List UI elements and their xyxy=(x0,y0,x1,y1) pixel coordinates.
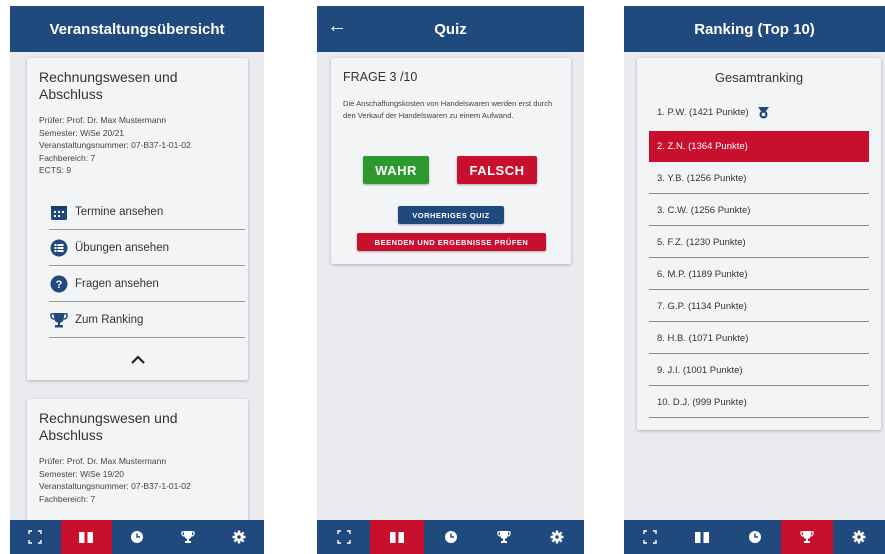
page-title: Veranstaltungsübersicht xyxy=(49,20,225,38)
course-card: Rechnungswesen und Abschluss Prüfer: Pro… xyxy=(27,399,248,539)
menu-item-label: Fragen ansehen xyxy=(75,278,159,290)
semester-text: Semester: WiSe 19/20 xyxy=(39,468,125,479)
bottom-nav xyxy=(10,520,264,554)
course-number-text: Veranstaltungsnummer: 07-B37-1-01-02 xyxy=(39,140,191,150)
finish-quiz-button[interactable]: BEENDEN UND ERGEBNISSE PRÜFEN xyxy=(357,233,546,251)
clock-icon xyxy=(130,531,143,543)
back-arrow-icon[interactable]: ← xyxy=(327,15,347,38)
menu-item-label: Zum Ranking xyxy=(75,314,144,326)
nav-tab-settings[interactable] xyxy=(531,520,584,554)
clock-icon xyxy=(748,531,761,543)
nav-tab-history[interactable] xyxy=(424,520,477,554)
menu-item-ranking[interactable]: Zum Ranking xyxy=(49,303,245,338)
gear-icon xyxy=(852,530,866,544)
menu-item-label: Termine ansehen xyxy=(75,206,164,218)
nav-tab-history[interactable] xyxy=(728,520,780,554)
nav-tab-scan[interactable] xyxy=(317,520,370,554)
course-overview-screen: Veranstaltungsübersicht Rechnungswesen u… xyxy=(10,6,264,554)
book-icon xyxy=(79,532,94,543)
trophy-icon xyxy=(181,531,195,543)
calendar-icon xyxy=(49,202,69,222)
examiner-text: Prüfer: Prof. Dr. Max Mustermann xyxy=(39,115,167,125)
course-card: Rechnungswesen und Abschluss Prüfer: Pro… xyxy=(27,58,248,380)
nav-tab-ranking[interactable] xyxy=(780,520,833,554)
nav-tab-history[interactable] xyxy=(112,520,163,554)
course-info: Prüfer: Prof. Dr. Max Mustermann Semeste… xyxy=(39,114,191,177)
previous-quiz-button[interactable]: VORHERIGES QUIZ xyxy=(398,206,504,224)
trophy-icon xyxy=(49,310,69,330)
nav-tab-settings[interactable] xyxy=(213,520,264,554)
ranking-card: Gesamtranking 1. P.W. (1421 Punkte) 2. Z… xyxy=(637,58,881,430)
course-info: Prüfer: Prof. Dr. Max Mustermann Semeste… xyxy=(39,455,191,505)
quiz-card: FRAGE 3 /10 Die Anschaffungskosten von H… xyxy=(331,58,571,264)
menu-item-questions[interactable]: ? Fragen ansehen xyxy=(49,267,245,302)
menu-item-exercises[interactable]: Übungen ansehen xyxy=(49,231,245,266)
scan-icon xyxy=(643,530,657,544)
true-button[interactable]: WAHR xyxy=(363,156,429,184)
ranking-entry-label: 1. P.W. (1421 Punkte) xyxy=(657,107,749,118)
page-title: Quiz xyxy=(434,20,467,38)
help-icon: ? xyxy=(49,274,69,294)
nav-tab-courses[interactable] xyxy=(370,520,424,554)
semester-text: Semester: WiSe 20/21 xyxy=(39,127,125,138)
ranking-heading: Gesamtranking xyxy=(714,70,804,85)
department-text: Fachbereich: 7 xyxy=(39,152,96,163)
nav-tab-ranking[interactable] xyxy=(477,520,530,554)
nav-tab-settings[interactable] xyxy=(833,520,885,554)
menu-item-label: Übungen ansehen xyxy=(75,242,169,254)
gear-icon xyxy=(550,530,564,544)
app-bar: Ranking (Top 10) xyxy=(624,6,885,52)
course-title: Rechnungswesen und Abschluss xyxy=(39,410,178,443)
trophy-icon xyxy=(497,531,511,543)
medal-icon xyxy=(757,106,770,119)
nav-tab-scan[interactable] xyxy=(10,520,61,554)
examiner-text: Prüfer: Prof. Dr. Max Mustermann xyxy=(39,456,167,466)
ranking-entry: 8. H.B. (1071 Punkte) xyxy=(649,323,869,354)
ranking-entry-highlighted: 2. Z.N. (1364 Punkte) xyxy=(649,131,869,162)
scan-icon xyxy=(28,530,43,544)
question-text: Die Anschaffungskosten von Handelswaren … xyxy=(343,99,553,120)
ranking-entry: 6. M.P. (1189 Punkte) xyxy=(649,259,869,290)
book-icon xyxy=(390,532,405,543)
false-button[interactable]: FALSCH xyxy=(457,156,537,184)
course-title: Rechnungswesen und Abschluss xyxy=(39,69,178,102)
book-icon xyxy=(695,532,710,543)
nav-tab-courses[interactable] xyxy=(676,520,728,554)
question-header: FRAGE 3 /10 xyxy=(343,70,418,84)
nav-tab-courses[interactable] xyxy=(60,520,112,554)
ranking-entry: 7. G.P. (1134 Punkte) xyxy=(649,291,869,322)
menu-item-appointments[interactable]: Termine ansehen xyxy=(49,195,245,230)
page-title: Ranking (Top 10) xyxy=(694,20,815,38)
svg-text:?: ? xyxy=(56,279,63,291)
trophy-icon xyxy=(800,531,814,543)
quiz-screen: ← Quiz FRAGE 3 /10 Die Anschaffungskoste… xyxy=(317,6,584,554)
ranking-entry: 10. D.J. (999 Punkte) xyxy=(649,387,869,418)
list-icon xyxy=(49,238,69,258)
bottom-nav xyxy=(624,520,885,554)
ranking-entry: 1. P.W. (1421 Punkte) xyxy=(649,97,869,128)
ranking-screen: Ranking (Top 10) Gesamtranking 1. P.W. (… xyxy=(624,6,885,554)
scan-icon xyxy=(337,530,351,544)
app-bar: Veranstaltungsübersicht xyxy=(10,6,264,52)
app-bar: ← Quiz xyxy=(317,6,584,52)
ranking-entry: 3. Y.B. (1256 Punkte) xyxy=(649,163,869,194)
clock-icon xyxy=(444,531,457,543)
collapse-button[interactable] xyxy=(27,352,248,370)
nav-tab-ranking[interactable] xyxy=(162,520,213,554)
ects-text: ECTS: 9 xyxy=(39,165,72,175)
ranking-entry: 9. J.I. (1001 Punkte) xyxy=(649,355,869,386)
bottom-nav xyxy=(317,520,584,554)
gear-icon xyxy=(232,530,246,544)
department-text: Fachbereich: 7 xyxy=(39,493,96,504)
ranking-entry: 5. F.Z. (1230 Punkte) xyxy=(649,227,869,258)
ranking-entry: 3. C.W. (1256 Punkte) xyxy=(649,195,869,226)
chevron-up-icon xyxy=(130,352,146,369)
nav-tab-scan[interactable] xyxy=(624,520,676,554)
course-number-text: Veranstaltungsnummer: 07-B37-1-01-02 xyxy=(39,481,191,491)
